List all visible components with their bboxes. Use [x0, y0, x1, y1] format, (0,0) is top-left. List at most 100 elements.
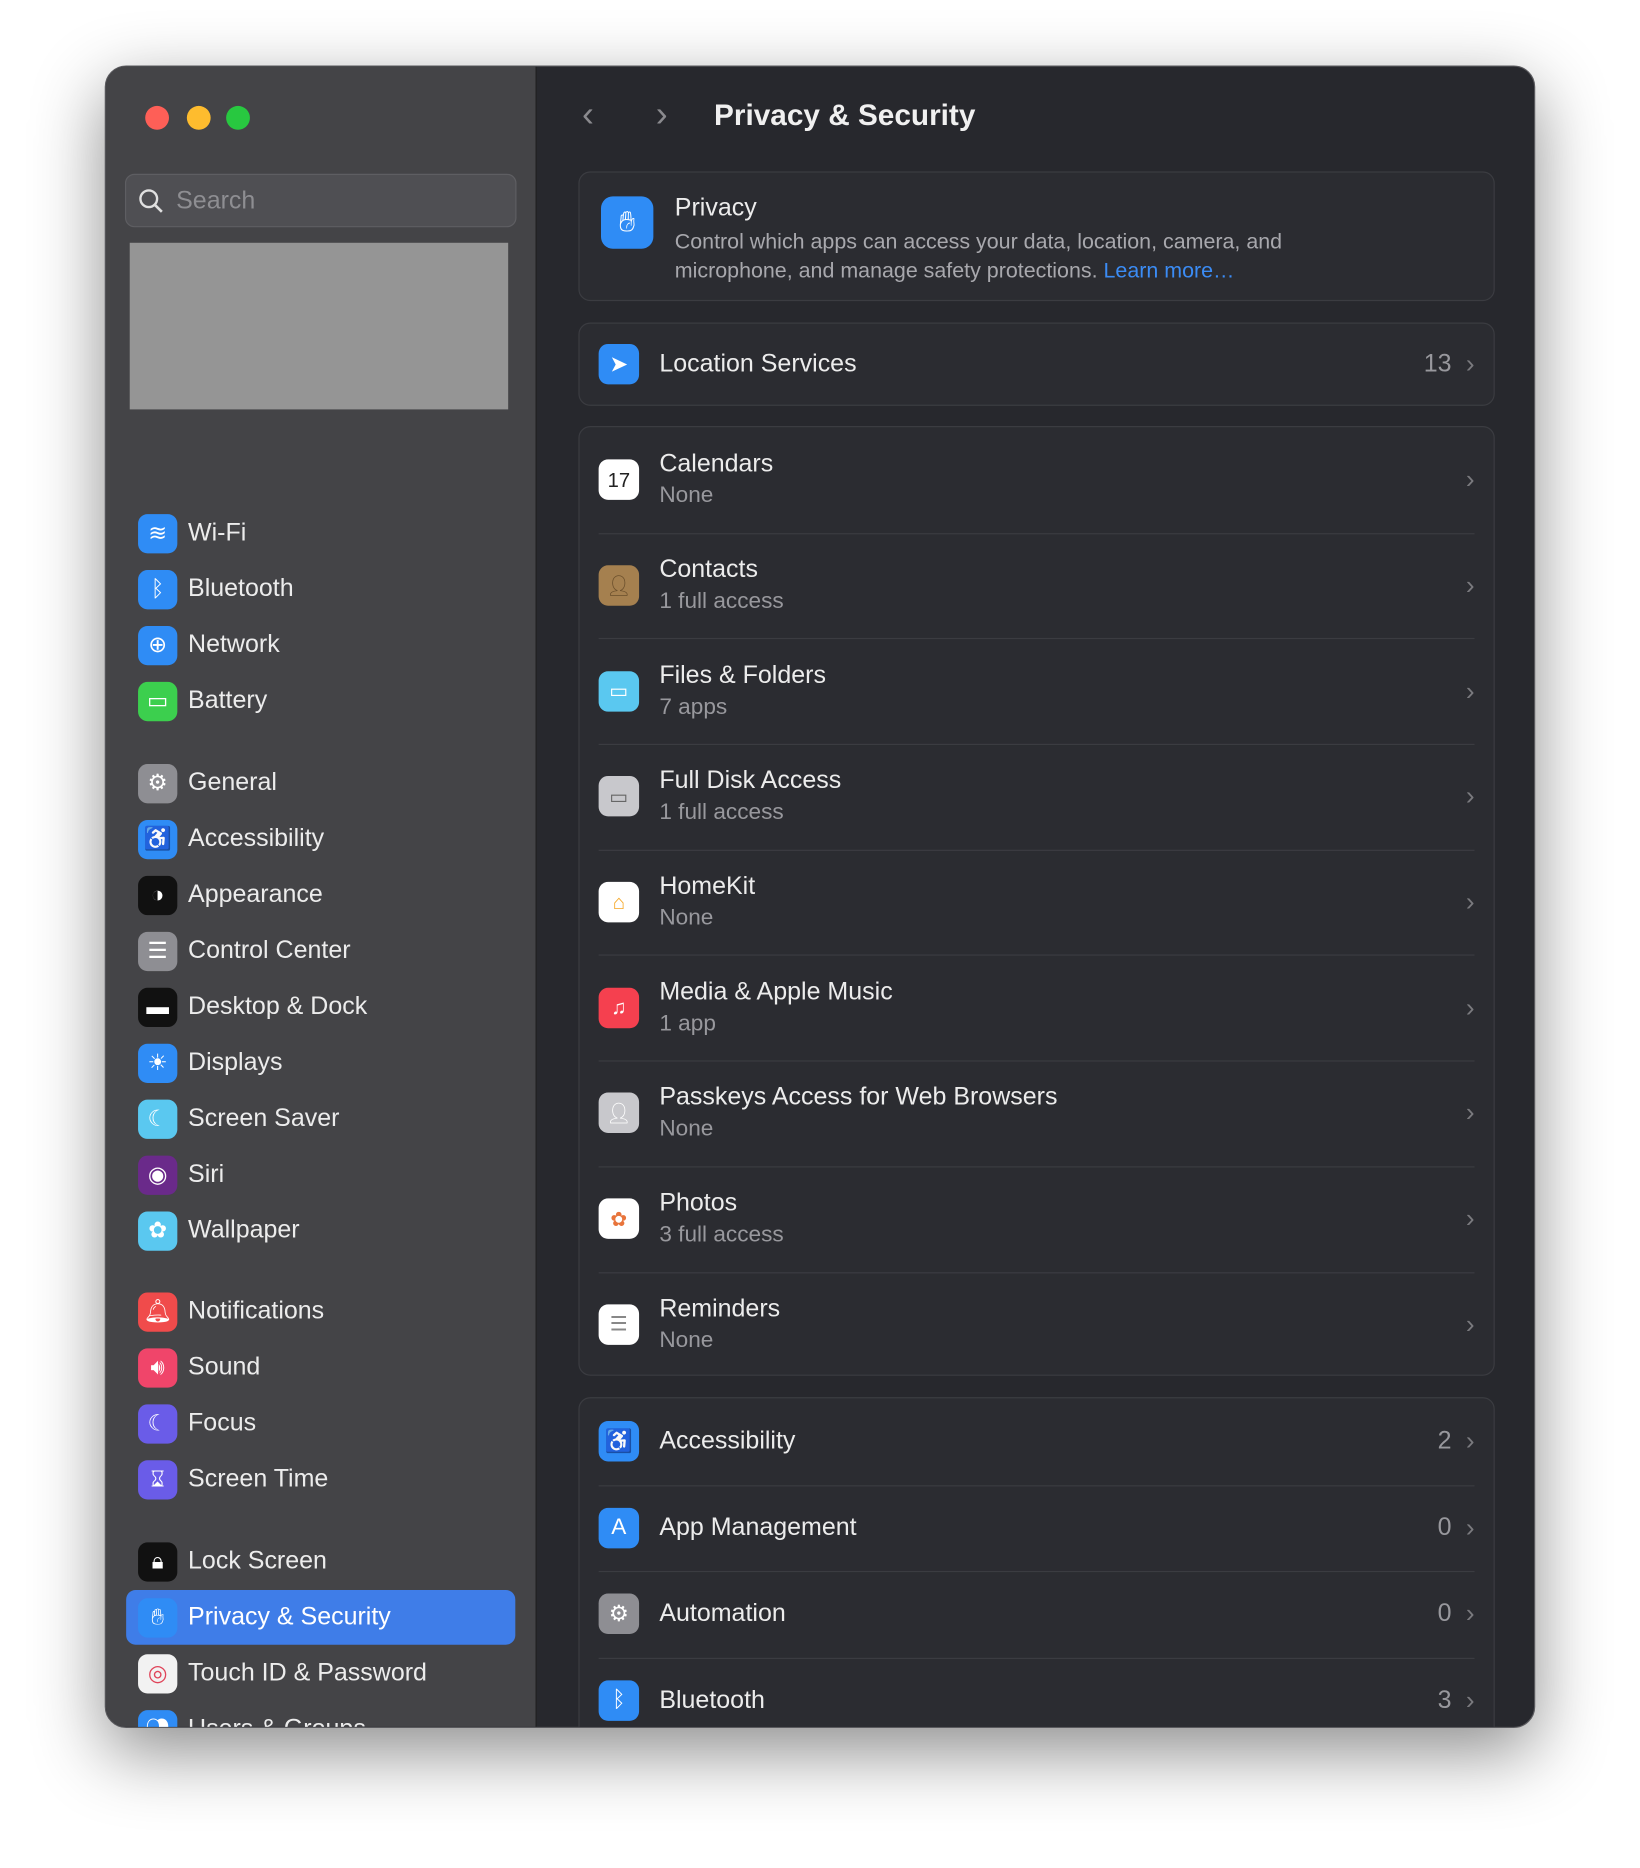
row-count: 0 [1437, 1513, 1452, 1541]
row-title: Contacts [659, 555, 758, 584]
permission-row[interactable]: A App Management 0 › [580, 1484, 1494, 1571]
row-title: Automation [659, 1599, 786, 1628]
permission-row[interactable]: ▭ Full Disk Access 1 full access › [580, 743, 1494, 850]
sidebar-item-label: Notifications [188, 1297, 325, 1325]
sidebar-item-label: Network [188, 630, 280, 659]
row-count: 13 [1423, 349, 1452, 378]
row-status: 1 full access [659, 589, 784, 615]
sidebar-item-displays[interactable]: ☀ Displays [126, 1035, 515, 1090]
sidebar-item-appearance[interactable]: ◑ Appearance [126, 868, 515, 923]
lock-icon: 🔒︎ [138, 1541, 178, 1582]
sidebar-item-label: Accessibility [188, 824, 325, 853]
speaker-icon: 🔊︎ [138, 1347, 178, 1388]
location-arrow-icon: ➤ [598, 343, 640, 385]
row-count: 2 [1437, 1427, 1452, 1455]
contacts-icon: 👤︎ [598, 565, 640, 606]
sidebar-item-users-groups[interactable]: 👥︎ Users & Groups [126, 1702, 515, 1727]
minimize-button[interactable] [186, 105, 211, 130]
sidebar-item-general[interactable]: ⚙ General [126, 756, 515, 811]
sidebar-item-notifications[interactable]: 🔔︎ Notifications [126, 1284, 515, 1339]
row-title: Bluetooth [659, 1686, 765, 1714]
row-title: Media & Apple Music [659, 978, 893, 1006]
sidebar-item-label: Bluetooth [188, 574, 294, 603]
sidebar-item-siri[interactable]: ◉ Siri [126, 1147, 515, 1202]
app-store-icon: A [598, 1507, 640, 1549]
row-status: 3 full access [659, 1222, 784, 1248]
sidebar-item-sound[interactable]: 🔊︎ Sound [126, 1340, 515, 1395]
permission-row[interactable]: ▭ Files & Folders 7 apps › [580, 638, 1494, 744]
location-services-row[interactable]: ➤ Location Services 13 › [580, 324, 1494, 405]
permissions-card: 17 Calendars None › 👤︎ Contacts 1 full access ›… [578, 426, 1495, 1378]
globe-icon: ⊕ [138, 625, 178, 665]
chevron-right-icon: › [1465, 1203, 1475, 1234]
chevron-right-icon: › [1465, 886, 1475, 917]
sidebar-item-accessibility[interactable]: ♿ Accessibility [126, 812, 515, 867]
sidebar-item-privacy-security[interactable]: ✋︎ Privacy & Security [126, 1589, 516, 1645]
sidebar-item-control-center[interactable]: ☰ Control Center [126, 924, 515, 979]
sidebar-item-label: Wi-Fi [188, 518, 247, 547]
sidebar-item-touch-id-password[interactable]: ◎ Touch ID & Password [126, 1646, 515, 1701]
sidebar-item-focus[interactable]: ☾ Focus [126, 1396, 515, 1451]
privacy-title: Privacy [674, 193, 757, 222]
chevron-right-icon: › [1465, 1512, 1475, 1543]
learn-more-link[interactable]: Learn more… [1104, 258, 1235, 282]
sidebar-item-label: Wallpaper [188, 1216, 300, 1244]
row-title: App Management [659, 1513, 857, 1541]
chevron-right-icon: › [1465, 570, 1475, 600]
sidebar-item-battery[interactable]: ▭ Battery [126, 674, 515, 729]
battery-icon: ▭ [138, 681, 178, 721]
search-input[interactable]: Search [124, 173, 517, 228]
sidebar-item-bluetooth[interactable]: ᛒ Bluetooth [126, 562, 515, 617]
search-placeholder: Search [176, 186, 256, 214]
sidebar-item-screen-saver[interactable]: ☾ Screen Saver [126, 1091, 515, 1146]
sidebar-item-network[interactable]: ⊕ Network [126, 618, 515, 673]
photos-icon: ✿ [598, 1198, 640, 1240]
sidebar-item-lock-screen[interactable]: 🔒︎ Lock Screen [126, 1534, 515, 1589]
sidebar-item-screen-time[interactable]: ⌛︎ Screen Time [126, 1452, 515, 1507]
permission-row[interactable]: ♫ Media & Apple Music 1 app › [580, 954, 1494, 1061]
appearance-icon: ◑ [138, 875, 178, 915]
permission-row[interactable]: ⌂ HomeKit None › [580, 849, 1494, 955]
chevron-right-icon: › [1465, 781, 1475, 811]
row-status: 1 full access [659, 800, 784, 826]
sidebar-item-label: Desktop & Dock [188, 992, 368, 1020]
hand-icon: ✋︎ [138, 1597, 178, 1637]
disk-icon: ▭ [598, 776, 640, 817]
chevron-right-icon: › [1465, 1426, 1475, 1456]
forward-button[interactable]: › [656, 95, 668, 135]
sidebar-item-label: Sound [188, 1353, 261, 1381]
permission-row[interactable]: ♿ Accessibility 2 › [580, 1398, 1494, 1484]
chevron-right-icon: › [1465, 675, 1475, 706]
toggles-icon: ☰ [138, 931, 178, 971]
moon-icon: ☾ [138, 1403, 178, 1443]
back-button[interactable]: ‹ [582, 95, 594, 135]
sidebar-item-label: Screen Time [188, 1465, 329, 1493]
sidebar-item-label: Screen Saver [188, 1104, 340, 1132]
sidebar-item-wi-fi[interactable]: ≋ Wi-Fi [126, 506, 515, 561]
row-title: Location Services [659, 349, 857, 378]
permission-row[interactable]: ᛒ Bluetooth 3 › [580, 1657, 1494, 1727]
magnifying-glass-icon [139, 188, 163, 213]
chevron-right-icon: › [1465, 464, 1475, 495]
location-services-card: ➤ Location Services 13 › [578, 322, 1495, 406]
sidebar-item-wallpaper[interactable]: ✿ Wallpaper [126, 1203, 515, 1258]
close-button[interactable] [145, 105, 169, 130]
row-status: None [659, 905, 714, 931]
reminders-icon: ☰ [598, 1304, 640, 1345]
siri-icon: ◉ [138, 1154, 178, 1195]
sun-icon: ☀ [138, 1043, 178, 1083]
permission-row[interactable]: 👤︎ Contacts 1 full access › [580, 532, 1494, 639]
permission-row[interactable]: ⚙ Automation 0 › [580, 1570, 1494, 1657]
users-icon: 👥︎ [138, 1709, 178, 1727]
sidebar-item-desktop-dock[interactable]: ▬ Desktop & Dock [126, 979, 515, 1034]
permission-row[interactable]: ☰ Reminders None › [580, 1271, 1494, 1378]
row-status: None [659, 483, 714, 509]
permission-row[interactable]: 17 Calendars None › [580, 427, 1494, 533]
zoom-button[interactable] [226, 105, 250, 130]
permission-row[interactable]: ✿ Photos 3 full access › [580, 1166, 1494, 1272]
permission-row[interactable]: 👤︎ Passkeys Access for Web Browsers None › [580, 1060, 1494, 1167]
row-title: Files & Folders [659, 661, 826, 689]
sidebar-item-label: Displays [188, 1048, 283, 1076]
sidebar-item-label: Lock Screen [188, 1547, 327, 1575]
row-title: Passkeys Access for Web Browsers [659, 1083, 1058, 1111]
